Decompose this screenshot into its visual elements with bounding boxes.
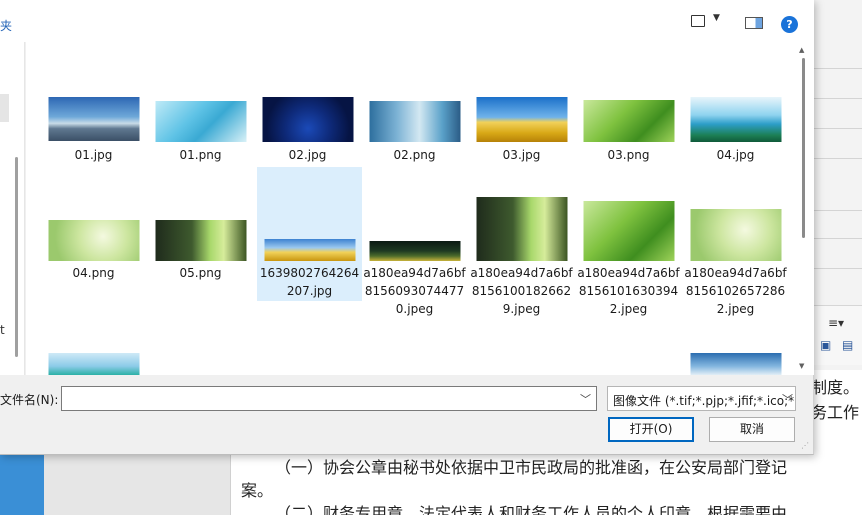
chevron-down-icon[interactable]: ﹀ [782, 391, 793, 407]
file-name: a180ea94d7a6bf81561001826629.jpeg [470, 266, 573, 316]
file-item-selected[interactable]: 1639802764264207.jpg [257, 167, 362, 301]
help-icon[interactable]: ? [781, 16, 798, 33]
file-item[interactable]: a180ea94d7a6bf81560930744770.jpeg [362, 167, 467, 317]
file-name: 01.jpg [74, 148, 113, 162]
view-list-icon[interactable] [691, 15, 705, 27]
cancel-button[interactable]: 取消 [709, 417, 795, 442]
file-name: 02.jpg [288, 148, 327, 162]
file-item[interactable]: 02.png [362, 86, 467, 170]
file-name: 02.png [393, 148, 436, 162]
file-thumbnail [369, 241, 460, 261]
paragraph-align-icon[interactable]: ≡▾ [828, 316, 844, 330]
left-sidebar-strip [0, 455, 44, 515]
ribbon-divider [812, 210, 862, 211]
file-name: a180ea94d7a6bf81561016303942.jpeg [577, 266, 680, 316]
file-item[interactable]: a180ea94d7a6bf81561026572862.jpeg [683, 167, 788, 317]
file-item[interactable]: 02.jpg [255, 86, 360, 170]
ribbon-divider [812, 238, 862, 239]
navigation-pane[interactable]: t [0, 42, 25, 375]
file-thumbnail [690, 97, 781, 142]
document-text-line: （一）协会公章由秘书处依据中卫市民政局的批准函，在公安局部门登记 [275, 458, 788, 477]
file-name: a180ea94d7a6bf81560930744770.jpeg [363, 266, 466, 316]
file-thumbnail [262, 97, 353, 142]
ribbon-divider [812, 98, 862, 99]
dialog-toolbar: 夹 ▼ ? [0, 0, 814, 42]
preview-pane-icon[interactable] [745, 17, 763, 29]
file-name: 01.png [179, 148, 222, 162]
file-thumbnail [583, 201, 674, 261]
nav-item-label[interactable]: t [0, 323, 5, 337]
scroll-up-icon[interactable]: ▲ [799, 46, 804, 54]
nav-selected-item[interactable] [0, 94, 9, 122]
file-item[interactable]: 01.png [148, 86, 253, 170]
filename-label: 文件名(N): [0, 393, 59, 407]
file-name: 04.png [72, 266, 115, 280]
document-text-line: 案。 [241, 481, 274, 500]
document-text-line: （二）财务专用章、法定代表人和财务工作人员的个人印章，根据需要由 [275, 504, 788, 515]
file-list[interactable]: 01.jpg 01.png 02.jpg 02.png 03.jpg 03.pn… [26, 42, 796, 375]
file-name: 04.jpg [716, 148, 755, 162]
file-item[interactable]: a180ea94d7a6bf81561001826629.jpeg [469, 167, 574, 317]
format-icon[interactable]: ▣ [820, 338, 831, 352]
file-item[interactable]: 01.jpg [41, 86, 146, 170]
file-name: 03.png [607, 148, 650, 162]
file-thumbnail [690, 209, 781, 261]
file-name: 1639802764264207.jpg [259, 266, 360, 298]
open-button[interactable]: 打开(O) [608, 417, 694, 442]
ribbon-divider [812, 128, 862, 129]
file-thumbnail-partial[interactable] [48, 353, 140, 375]
file-thumbnail [48, 220, 139, 261]
file-thumbnail [155, 220, 246, 261]
file-item[interactable]: 03.jpg [469, 86, 574, 170]
file-item[interactable]: 04.png [41, 167, 146, 287]
file-thumbnail [48, 97, 139, 141]
word-icon[interactable]: ▤ [842, 338, 853, 352]
file-list-scrollbar[interactable]: ▲ ▼ [796, 42, 814, 375]
chevron-down-icon[interactable]: ▼ [713, 13, 720, 23]
resize-grip-icon[interactable]: ⋰ [801, 441, 809, 450]
file-thumbnail [476, 97, 567, 142]
file-thumbnail-partial[interactable] [690, 353, 782, 375]
file-name: a180ea94d7a6bf81561026572862.jpeg [684, 266, 787, 316]
filetype-select[interactable]: 图像文件 (*.tif;*.pjp;*.jfif;*.ico;* [607, 386, 796, 411]
file-item[interactable]: 03.png [576, 86, 681, 170]
chevron-down-icon[interactable]: ﹀ [580, 391, 591, 407]
ribbon-divider [812, 68, 862, 69]
scroll-down-icon[interactable]: ▼ [799, 362, 804, 370]
file-thumbnail [369, 101, 460, 142]
file-thumbnail [583, 100, 674, 142]
document-margin [44, 455, 230, 515]
ribbon-tools: ≡▾ ▣ ▤ [812, 305, 862, 365]
scrollbar-thumb[interactable] [802, 58, 805, 238]
new-folder-label[interactable]: 夹 [0, 17, 12, 34]
file-thumbnail [264, 239, 355, 261]
ribbon-divider [812, 268, 862, 269]
file-item[interactable]: a180ea94d7a6bf81561016303942.jpeg [576, 167, 681, 317]
ribbon-divider [812, 158, 862, 159]
file-thumbnail [155, 101, 246, 142]
filename-input[interactable] [61, 386, 597, 411]
file-name: 03.jpg [502, 148, 541, 162]
file-thumbnail [476, 197, 567, 261]
file-item[interactable]: 04.jpg [683, 86, 788, 170]
nav-scrollbar[interactable] [15, 157, 18, 357]
file-item[interactable]: 05.png [148, 167, 253, 287]
document-text-line: 制度。 [811, 378, 860, 397]
open-file-dialog: 夹 ▼ ? t 01.jpg 01.png 02.jpg 02.png 03.j… [0, 0, 814, 455]
document-text-line: 务工作 [811, 403, 860, 422]
file-name: 05.png [179, 266, 222, 280]
